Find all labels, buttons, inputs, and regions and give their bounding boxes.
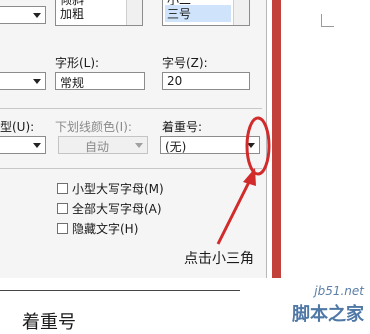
annotation-arrow-line	[216, 179, 252, 245]
watermark-site: jb51.net	[314, 284, 364, 298]
annotation-text: 点击小三角	[184, 251, 254, 267]
watermark-name: 脚本之家	[292, 304, 364, 325]
document-edge-bar	[272, 0, 281, 278]
annotation-arrowhead	[243, 168, 256, 186]
document-area	[281, 0, 370, 278]
margin-corner-mark	[321, 14, 334, 27]
preview-divider	[0, 290, 240, 291]
highlight-ellipse	[245, 116, 271, 176]
preview-text: 着重号	[22, 312, 76, 333]
